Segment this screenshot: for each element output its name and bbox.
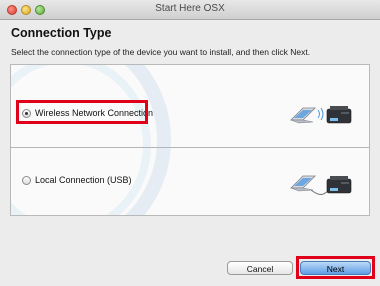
background-swirl-inner — [11, 65, 151, 215]
next-highlight-box — [296, 256, 375, 279]
usb-option-label: Local Connection (USB) — [35, 175, 132, 185]
laptop-icon — [290, 175, 316, 192]
usb-option[interactable]: Local Connection (USB) — [22, 175, 132, 185]
wireless-connection-illustration — [290, 106, 352, 124]
usb-connection-illustration — [290, 175, 352, 195]
window-title: Start Here OSX — [155, 3, 225, 14]
laptop-icon — [290, 107, 316, 124]
printer-icon — [326, 176, 352, 194]
options-divider — [10, 147, 370, 148]
window-titlebar: Start Here OSX — [0, 0, 380, 20]
usb-cable-icon — [310, 189, 330, 195]
wireless-highlight-box — [16, 100, 148, 124]
page-title: Connection Type — [11, 26, 112, 40]
usb-radio[interactable] — [22, 175, 31, 185]
wireless-waves-icon — [317, 107, 324, 121]
page-instructions: Select the connection type of the device… — [11, 47, 311, 57]
printer-icon — [326, 106, 352, 124]
cancel-button[interactable]: Cancel — [227, 261, 293, 275]
